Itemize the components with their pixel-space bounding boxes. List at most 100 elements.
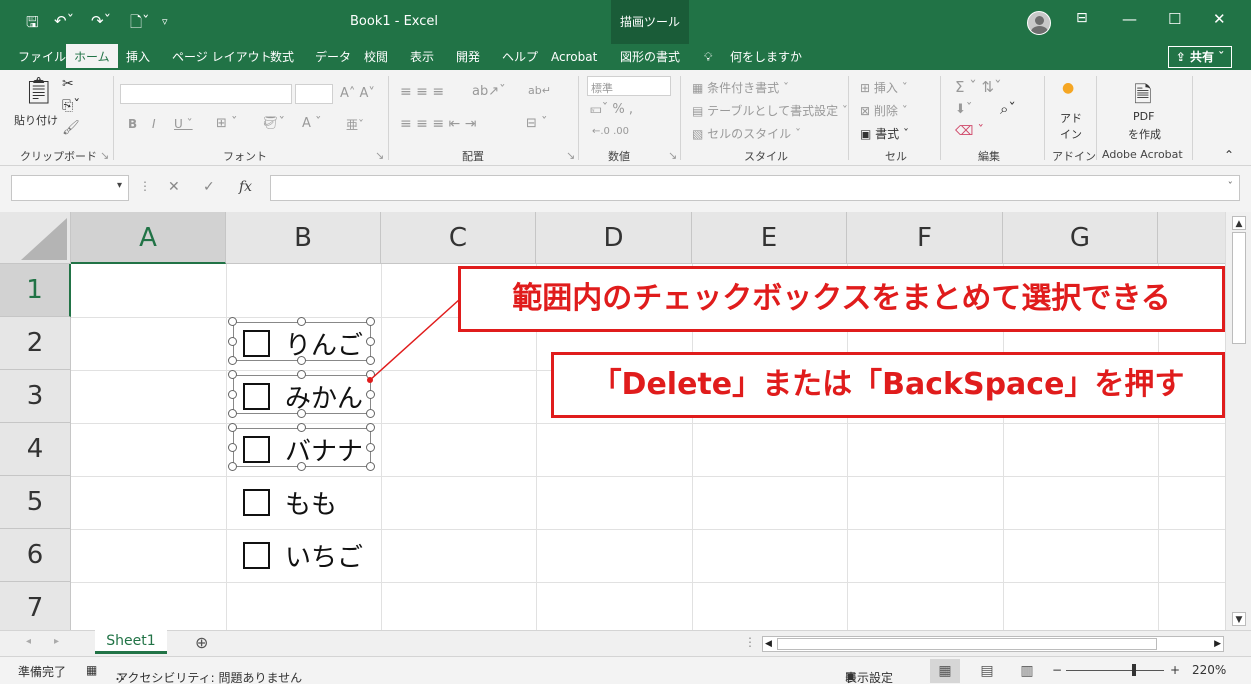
zoom-slider[interactable] xyxy=(1066,670,1164,671)
format-painter-icon[interactable]: 🖌︎ xyxy=(62,120,80,136)
resize-handle[interactable] xyxy=(366,409,375,418)
resize-handle[interactable] xyxy=(366,337,375,346)
resize-handle[interactable] xyxy=(228,443,237,452)
collapse-ribbon-icon[interactable]: ⌃ xyxy=(1224,148,1234,162)
align-top-icon[interactable]: ≡ ≡ ≡ xyxy=(400,84,444,100)
resize-handle[interactable] xyxy=(366,356,375,365)
resize-handle[interactable] xyxy=(228,356,237,365)
checkbox-square-icon[interactable] xyxy=(243,541,270,569)
restore-button[interactable]: ☐ xyxy=(1168,10,1181,28)
row-header-6[interactable]: 6 xyxy=(0,529,71,582)
format-as-table-button[interactable]: ▤ テーブルとして書式設定 ˇ xyxy=(692,102,848,119)
resize-handle[interactable] xyxy=(297,317,306,326)
number-launcher-icon[interactable]: ↘ xyxy=(668,149,677,162)
resize-handle[interactable] xyxy=(228,317,237,326)
column-header-e[interactable]: E xyxy=(692,212,847,264)
name-box-dropdown-icon[interactable]: ▾ xyxy=(117,180,122,191)
grow-font-icon[interactable]: A˄ A˅ xyxy=(340,86,375,101)
sheet-tab-sheet1[interactable]: Sheet1 xyxy=(95,630,167,654)
tab-review[interactable]: 校閲 xyxy=(364,44,388,70)
scroll-up-icon[interactable]: ▲ xyxy=(1232,216,1246,230)
resize-handle[interactable] xyxy=(228,462,237,471)
tab-page-layout[interactable]: ページ レイアウト xyxy=(172,44,272,70)
fill-color-icon[interactable]: 🪣︎ˇ xyxy=(262,116,285,131)
resize-handle[interactable] xyxy=(228,370,237,379)
checkbox-control[interactable]: もも xyxy=(243,487,337,520)
create-pdf-label-line2[interactable]: を作成 xyxy=(1128,126,1161,142)
format-cells-button[interactable]: ▣ 書式 ˇ xyxy=(860,125,909,142)
font-size-box[interactable] xyxy=(295,84,333,104)
delete-cells-button[interactable]: ⊠ 削除 ˇ xyxy=(860,102,908,119)
resize-handle[interactable] xyxy=(297,370,306,379)
tab-view[interactable]: 表示 xyxy=(410,44,434,70)
checkbox-square-icon[interactable] xyxy=(243,435,270,463)
tab-home[interactable]: ホーム xyxy=(66,44,118,70)
addins-icon[interactable]: ● xyxy=(1062,80,1074,96)
currency-format-icon[interactable]: 💴︎ˇ % , xyxy=(590,102,633,117)
scroll-left-icon[interactable]: ◀ xyxy=(765,637,772,651)
checkbox-control[interactable]: りんご xyxy=(243,328,363,361)
scroll-thumb[interactable] xyxy=(1232,232,1246,344)
merge-center-icon[interactable]: ⊟ ˇ xyxy=(526,116,548,131)
align-left-icon[interactable]: ≡ ≡ ≡ ⇤ ⇥ xyxy=(400,116,476,132)
fill-icon[interactable]: ⬇ˇ xyxy=(955,102,972,117)
select-all-button[interactable] xyxy=(0,212,71,264)
checkbox-square-icon[interactable] xyxy=(243,329,270,357)
underline-icon[interactable]: U ˇ xyxy=(174,117,193,131)
addins-label-line2[interactable]: イン xyxy=(1060,126,1082,142)
ribbon-display-icon[interactable]: ⊟ xyxy=(1076,10,1088,26)
checkbox-control[interactable]: バナナ xyxy=(243,434,363,467)
italic-icon[interactable]: I xyxy=(152,117,156,131)
clipboard-launcher-icon[interactable]: ↘ xyxy=(100,149,109,162)
page-layout-view-icon[interactable]: ▤ xyxy=(972,659,1002,683)
column-header-c[interactable]: C xyxy=(381,212,536,264)
scroll-right-icon[interactable]: ▶ xyxy=(1214,637,1221,651)
resize-handle[interactable] xyxy=(228,390,237,399)
minimize-button[interactable]: — xyxy=(1122,10,1137,28)
resize-handle[interactable] xyxy=(297,462,306,471)
tab-insert[interactable]: 挿入 xyxy=(126,44,150,70)
hscroll-thumb[interactable] xyxy=(777,638,1157,650)
tab-split-grip-icon[interactable]: ⋮ xyxy=(744,635,756,649)
cell-styles-button[interactable]: ▧ セルのスタイル ˇ xyxy=(692,125,801,142)
borders-icon[interactable]: ⊞ ˇ xyxy=(216,116,238,131)
font-color-icon[interactable]: A ˇ xyxy=(302,116,322,131)
column-header-d[interactable]: D xyxy=(536,212,692,264)
number-format-box[interactable]: 標準 xyxy=(587,76,671,96)
macro-record-icon[interactable]: ▦ xyxy=(86,663,97,677)
name-box[interactable]: ▾ xyxy=(11,175,129,201)
resize-handle[interactable] xyxy=(366,462,375,471)
orientation-icon[interactable]: ab↗ˇ xyxy=(472,84,506,99)
tab-shape-format[interactable]: 図形の書式 xyxy=(620,44,680,70)
font-launcher-icon[interactable]: ↘ xyxy=(375,149,384,162)
find-select-icon[interactable]: ⌕ˇ xyxy=(1000,100,1016,118)
column-header-f[interactable]: F xyxy=(847,212,1003,264)
vertical-scrollbar[interactable]: ▲ ▼ xyxy=(1225,212,1251,630)
column-header-b[interactable]: B xyxy=(226,212,381,264)
checkbox-square-icon[interactable] xyxy=(243,382,270,410)
resize-handle[interactable] xyxy=(297,423,306,432)
bold-icon[interactable]: B xyxy=(128,117,137,131)
tab-developer[interactable]: 開発 xyxy=(456,44,480,70)
resize-handle[interactable] xyxy=(228,423,237,432)
resize-handle[interactable] xyxy=(228,337,237,346)
checkbox-control[interactable]: いちご xyxy=(243,540,363,573)
customize-qat-icon[interactable]: ▿ xyxy=(162,15,168,28)
addins-label-line1[interactable]: アド xyxy=(1060,110,1082,126)
save-icon[interactable]: 🖫 xyxy=(26,12,39,37)
clear-icon[interactable]: ⌫ ˇ xyxy=(955,124,984,139)
share-button[interactable]: ⇪ 共有 ˇ xyxy=(1168,46,1232,68)
autosum-icon[interactable]: Σ ˇ ⇅ˇ xyxy=(955,78,1002,96)
zoom-in-icon[interactable]: + xyxy=(1170,663,1180,677)
zoom-slider-thumb[interactable] xyxy=(1132,664,1136,676)
tab-help[interactable]: ヘルプ xyxy=(502,44,538,70)
prev-sheet-icon[interactable]: ◂ xyxy=(26,636,31,647)
row-header-2[interactable]: 2 xyxy=(0,317,71,370)
checkbox-square-icon[interactable] xyxy=(243,488,270,516)
paste-label[interactable]: 貼り付け xyxy=(14,112,58,128)
column-header-a[interactable]: A xyxy=(71,212,226,264)
cancel-entry-icon[interactable]: ✕ xyxy=(168,179,180,195)
paste-icon[interactable]: 📋︎ xyxy=(22,76,55,106)
tab-formulas[interactable]: 数式 xyxy=(270,44,294,70)
row-header-5[interactable]: 5 xyxy=(0,476,71,529)
